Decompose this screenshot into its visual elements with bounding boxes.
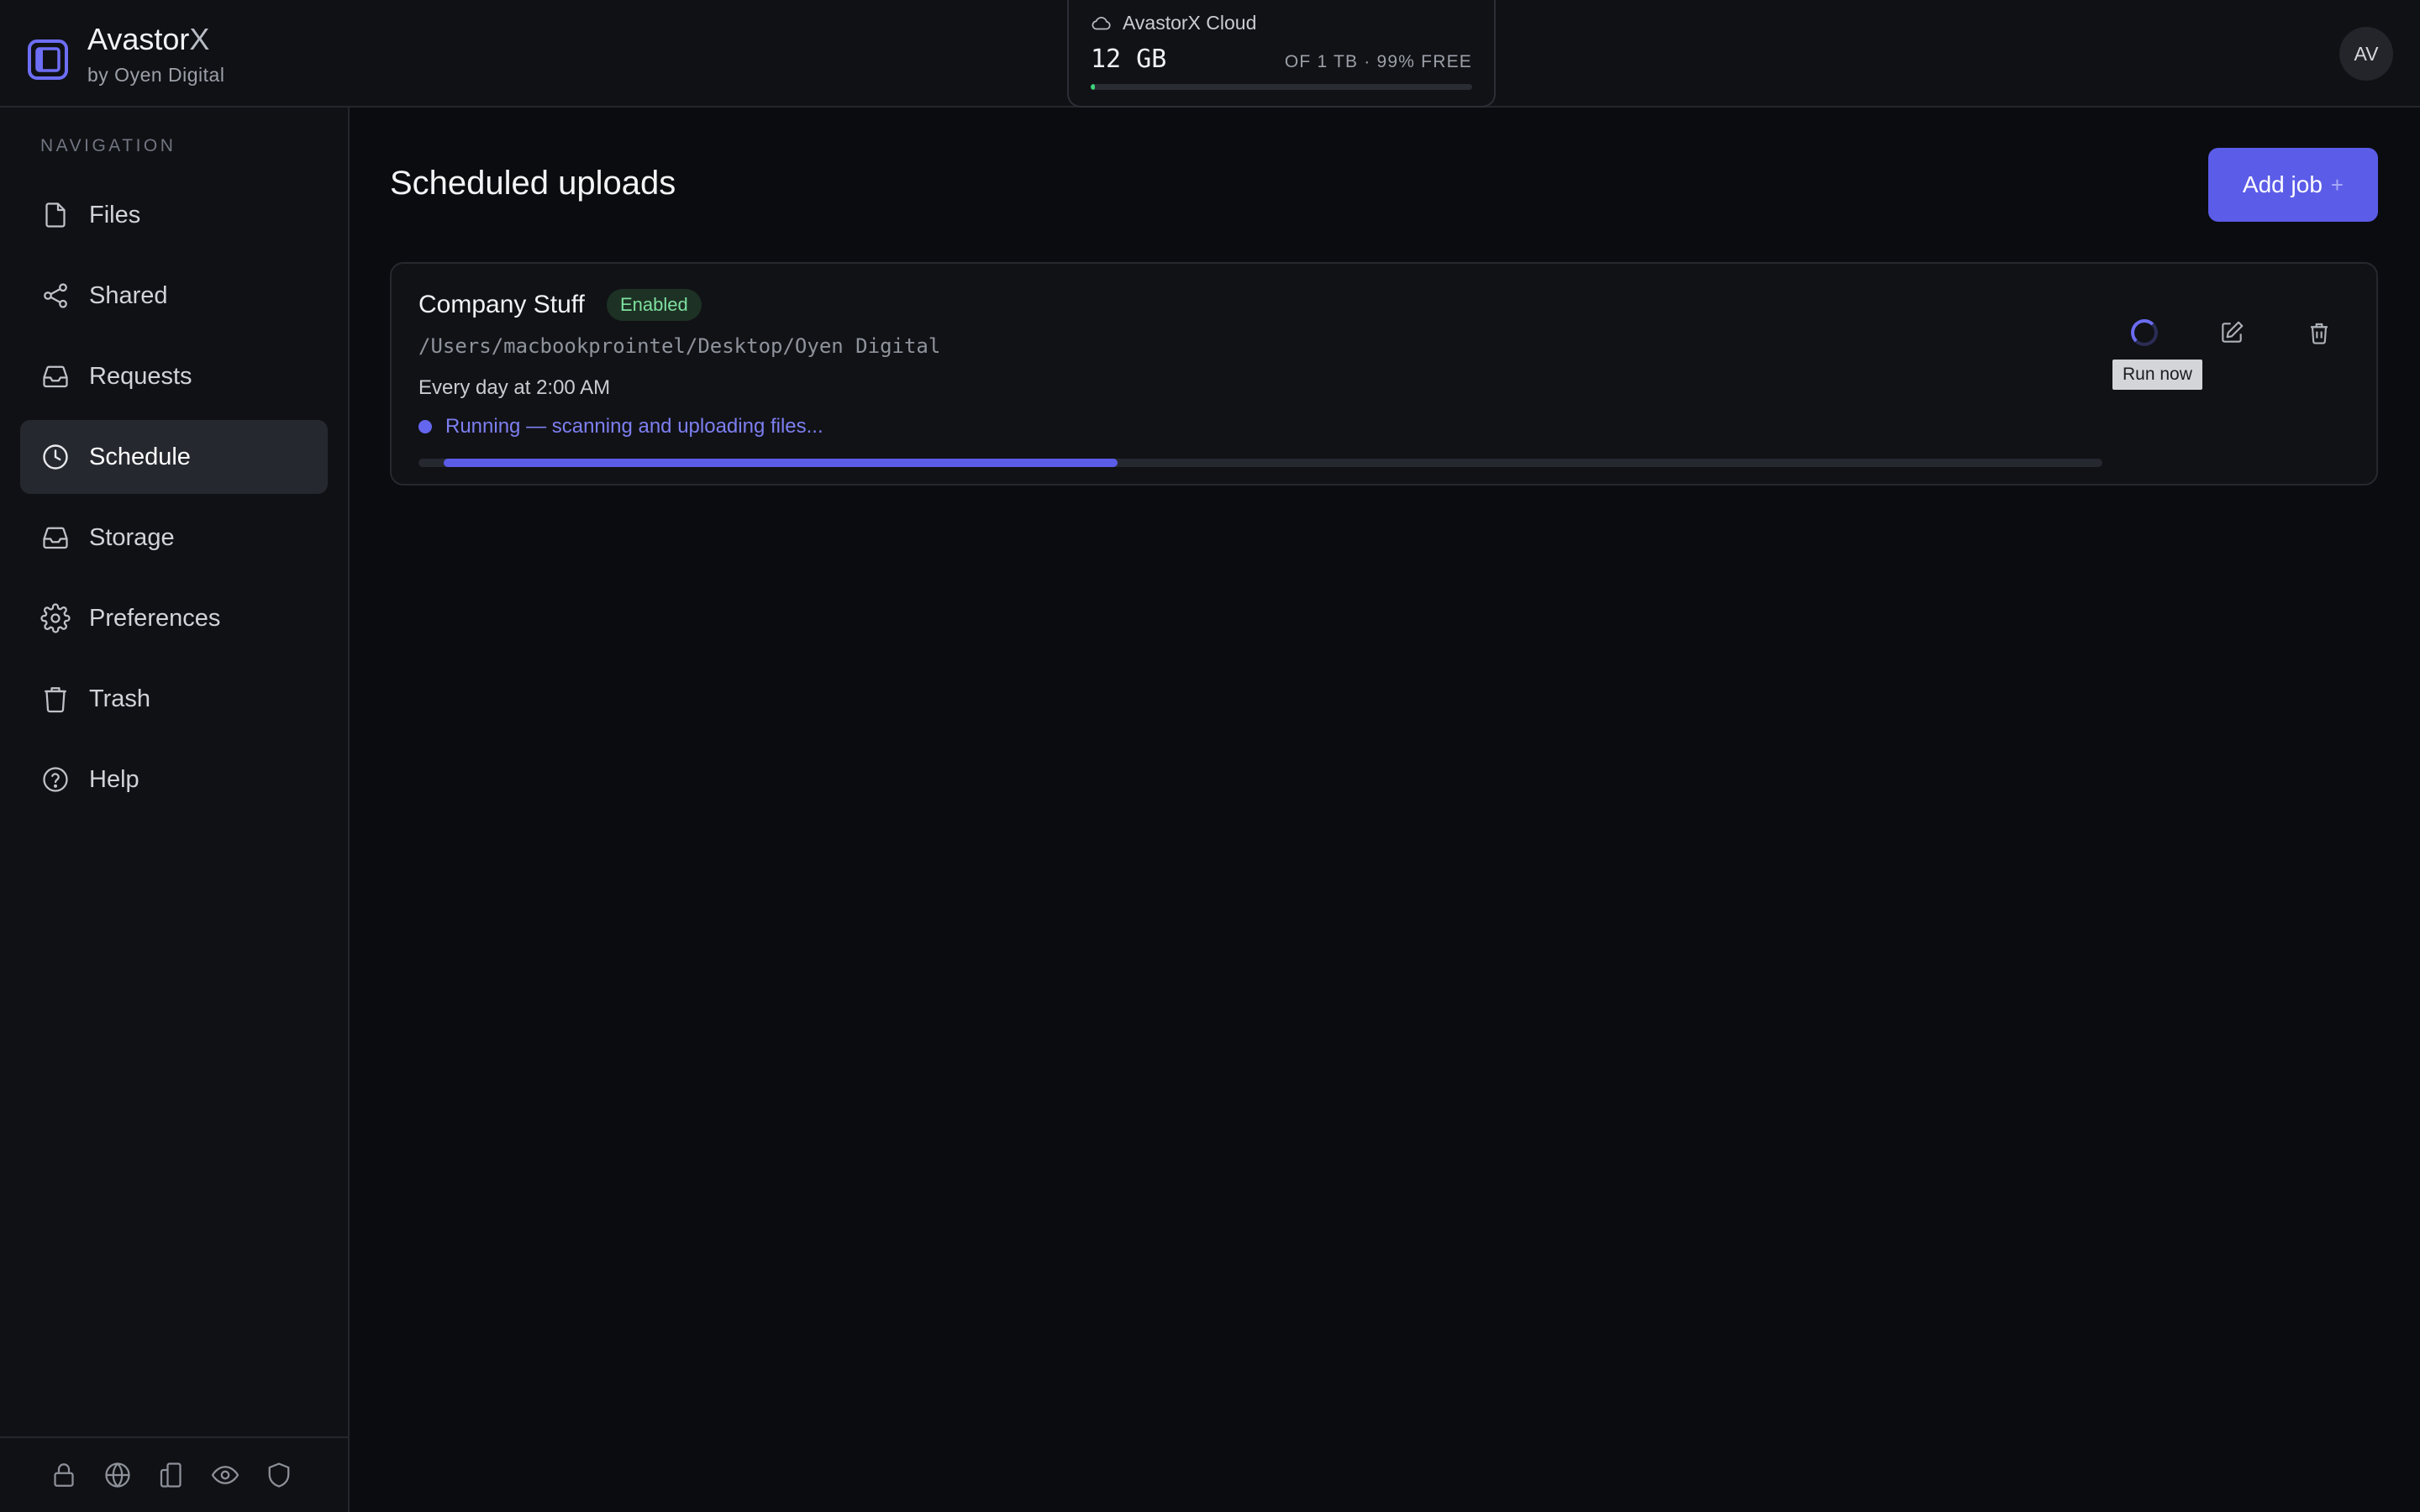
storage-quota: OF 1 TB · 99% FREE [1284, 52, 1472, 71]
user-avatar[interactable]: AV [2339, 27, 2393, 81]
brand[interactable]: AvastorX by Oyen Digital [27, 20, 224, 87]
storage-usage-bar [1091, 84, 1472, 90]
run-now-tooltip: Run now [2112, 360, 2202, 390]
job-progress-fill [444, 459, 1118, 467]
job-status-text: Running — scanning and uploading files..… [445, 415, 823, 438]
sidebar-footer [0, 1436, 348, 1512]
job-path: /Users/macbookprointel/Desktop/Oyen Digi… [418, 334, 941, 358]
shield-icon[interactable] [264, 1460, 294, 1490]
file-icon [45, 202, 66, 228]
delete-button[interactable] [2296, 309, 2343, 356]
storage-usage-fill [1091, 84, 1096, 90]
gear-icon [40, 603, 71, 633]
sidebar-item-shared[interactable]: Shared [20, 259, 328, 333]
share-icon [44, 283, 67, 308]
sidebar-item-files[interactable]: Files [20, 178, 328, 252]
edit-icon [2222, 321, 2244, 343]
clock-icon [43, 444, 68, 470]
sidebar-item-schedule[interactable]: Schedule [20, 420, 328, 494]
lock-icon[interactable] [49, 1460, 79, 1490]
job-status: Running — scanning and uploading files..… [418, 415, 823, 438]
spinner-icon [2131, 319, 2158, 346]
sidebar-item-label: Schedule [89, 443, 191, 470]
eye-icon[interactable] [210, 1460, 240, 1490]
job-card: Company Stuff Enabled /Users/macbookproi… [390, 262, 2378, 486]
app-logo-icon [28, 39, 68, 80]
sidebar: NAVIGATION Files Shared Requests Schedul… [0, 108, 350, 1512]
cloud-icon [1092, 16, 1111, 29]
sidebar-item-label: Shared [89, 281, 168, 309]
run-now-button[interactable] [2121, 309, 2168, 356]
sidebar-item-label: Preferences [89, 604, 221, 632]
job-progress-bar [418, 459, 2102, 467]
sidebar-item-help[interactable]: Help [20, 743, 328, 816]
status-dot-icon [418, 420, 432, 433]
sidebar-item-label: Requests [89, 362, 192, 390]
inbox-icon [43, 365, 68, 388]
storage-label: AvastorX Cloud [1123, 12, 1257, 34]
sidebar-item-label: Files [89, 201, 141, 228]
add-job-button[interactable]: Add job + [2208, 148, 2378, 222]
sidebar-item-label: Trash [89, 685, 151, 712]
sidebar-nav: Files Shared Requests Schedule Storage P… [20, 178, 328, 823]
sidebar-item-storage[interactable]: Storage [20, 501, 328, 575]
app-name: AvastorX [87, 22, 210, 56]
inbox-icon [43, 527, 68, 549]
sidebar-item-trash[interactable]: Trash [20, 662, 328, 736]
sidebar-item-preferences[interactable]: Preferences [20, 581, 328, 655]
job-schedule: Every day at 2:00 AM [418, 376, 611, 399]
help-icon [43, 767, 68, 792]
devices-icon[interactable] [156, 1460, 187, 1490]
storage-widget[interactable]: AvastorX Cloud 12 GB OF 1 TB · 99% FREE [1067, 0, 1496, 108]
add-job-label: Add job [2242, 171, 2323, 197]
app-subtitle: by Oyen Digital [87, 64, 225, 86]
sidebar-item-requests[interactable]: Requests [20, 339, 328, 413]
page-title: Scheduled uploads [390, 165, 676, 202]
storage-used: 12 GB [1091, 45, 1167, 74]
sidebar-item-label: Help [89, 765, 139, 793]
status-badge: Enabled [607, 289, 702, 321]
job-actions [2121, 309, 2343, 356]
main-content: Scheduled uploads Add job + Company Stuf… [351, 109, 2420, 1512]
plus-icon: + [2330, 171, 2344, 197]
job-name: Company Stuff [418, 291, 585, 318]
globe-icon[interactable] [103, 1460, 133, 1490]
nav-heading: NAVIGATION [40, 136, 176, 155]
trash-icon [45, 687, 66, 713]
trash-icon [2311, 323, 2328, 344]
sidebar-item-label: Storage [89, 523, 175, 551]
edit-button[interactable] [2208, 309, 2255, 356]
app-header: AvastorX by Oyen Digital AvastorX Cloud … [0, 0, 2420, 108]
